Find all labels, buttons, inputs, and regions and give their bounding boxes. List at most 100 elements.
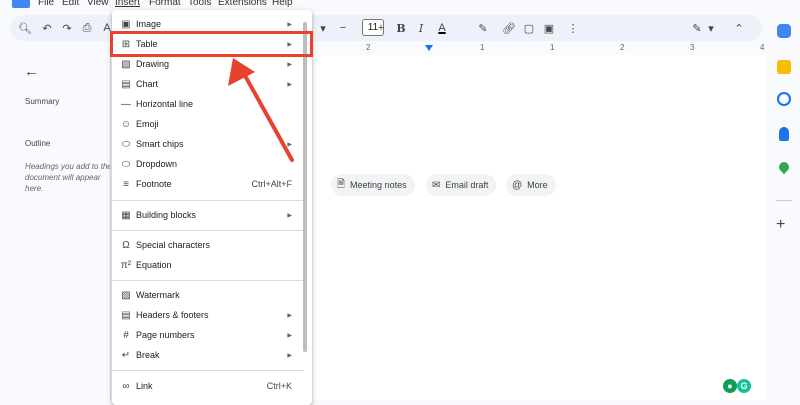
- smart-chips-icon: ⬭: [121, 138, 131, 150]
- submenu-arrow-icon: ▶: [287, 212, 292, 219]
- building-blocks-icon: ▦: [121, 209, 131, 221]
- submenu-arrow-icon: ▶: [287, 352, 292, 359]
- menu-item-watermark[interactable]: ▨ Watermark: [112, 285, 312, 305]
- insert-link-icon[interactable]: 🔗︎: [502, 15, 516, 41]
- menu-view[interactable]: View: [87, 0, 109, 9]
- menu-item-label: Link: [136, 381, 153, 391]
- ruler-number: 3: [690, 43, 695, 52]
- more-chip[interactable]: @ More: [506, 174, 556, 196]
- horizontal-line-icon: —: [121, 98, 131, 110]
- menu-scrollbar[interactable]: [303, 22, 307, 352]
- editing-mode-pen-icon[interactable]: ✎: [690, 15, 704, 41]
- email-icon: ✉: [432, 179, 441, 191]
- maps-icon[interactable]: [776, 159, 792, 175]
- menu-item-special-characters[interactable]: Ω Special characters: [112, 235, 312, 255]
- search-menus-icon[interactable]: 🔍︎: [18, 15, 32, 41]
- docs-logo-icon[interactable]: [12, 0, 30, 8]
- calendar-icon[interactable]: [777, 24, 791, 38]
- email-draft-chip[interactable]: ✉ Email draft: [426, 174, 497, 196]
- menu-item-dropdown[interactable]: ⬭ Dropdown: [112, 154, 312, 174]
- menu-item-label: Emoji: [136, 119, 159, 129]
- text-color-button[interactable]: A: [435, 15, 449, 41]
- menu-divider: [112, 230, 304, 231]
- image-icon: ▣: [121, 18, 131, 30]
- side-panel: +: [768, 0, 800, 400]
- document-icon: 🗎︎: [337, 178, 346, 190]
- summary-heading: Summary: [25, 97, 60, 106]
- insert-image-icon[interactable]: ▣: [542, 15, 556, 41]
- menu-item-label: Break: [136, 350, 160, 360]
- menu-item-page-numbers[interactable]: # Page numbers ▶: [112, 325, 312, 345]
- menu-format[interactable]: Format: [149, 0, 181, 9]
- headers-footers-icon: ▤: [121, 309, 131, 321]
- chip-label: More: [527, 180, 548, 190]
- hash-icon: #: [123, 329, 129, 341]
- menu-item-chart[interactable]: ▤ Chart ▶: [112, 74, 312, 94]
- menu-divider: [112, 370, 304, 371]
- font-dropdown-chevron-icon[interactable]: ▾: [316, 15, 330, 41]
- menu-item-equation[interactable]: π² Equation: [112, 255, 312, 275]
- editing-mode-chevron-icon[interactable]: ▾: [704, 15, 718, 41]
- submenu-arrow-icon: ▶: [287, 141, 292, 148]
- tasks-icon[interactable]: [777, 92, 791, 106]
- menu-extensions[interactable]: Extensions: [218, 0, 267, 9]
- vertical-ruler: [0, 55, 10, 400]
- divider: [776, 200, 792, 201]
- undo-icon[interactable]: ↶: [40, 15, 54, 41]
- redo-icon[interactable]: ↷: [60, 15, 74, 41]
- at-icon: @: [512, 179, 523, 191]
- menu-insert[interactable]: Insert: [115, 0, 140, 9]
- link-icon: ∞: [122, 380, 130, 392]
- menu-item-emoji[interactable]: ☺ Emoji: [112, 114, 312, 134]
- menu-item-label: Building blocks: [136, 210, 197, 220]
- horizontal-ruler[interactable]: 2 1 1 2 3 4: [310, 43, 770, 55]
- italic-button[interactable]: I: [414, 15, 428, 41]
- menu-item-footnote[interactable]: ≡ Footnote Ctrl+Alt+F: [112, 174, 312, 194]
- contacts-icon[interactable]: [779, 127, 789, 141]
- collapse-toolbar-icon[interactable]: ⌃: [732, 15, 746, 41]
- footnote-icon: ≡: [123, 178, 129, 190]
- indent-marker-icon[interactable]: [425, 45, 433, 51]
- meeting-notes-chip[interactable]: 🗎︎ Meeting notes: [331, 174, 415, 196]
- add-addon-icon[interactable]: +: [776, 216, 785, 234]
- chart-icon: ▤: [121, 78, 131, 90]
- menu-item-horizontal-line[interactable]: — Horizontal line: [112, 94, 312, 114]
- print-icon[interactable]: ⎙: [80, 15, 94, 41]
- back-arrow-icon[interactable]: ←: [24, 63, 39, 80]
- menu-item-drawing[interactable]: ▧ Drawing ▶: [112, 54, 312, 74]
- increase-font-size-button[interactable]: +: [374, 15, 388, 41]
- pi-icon: π²: [120, 259, 132, 271]
- more-options-icon[interactable]: ⋮: [566, 15, 580, 41]
- menu-help[interactable]: Help: [272, 0, 293, 9]
- menu-item-link[interactable]: ∞ Link Ctrl+K: [112, 376, 312, 396]
- menu-item-label: Chart: [136, 79, 159, 89]
- grammarly-icon[interactable]: G: [737, 379, 751, 393]
- menu-item-label: Headers & footers: [136, 310, 209, 320]
- menu-item-headers-footers[interactable]: ▤ Headers & footers ▶: [112, 305, 312, 325]
- menu-divider: [112, 200, 304, 201]
- menu-edit[interactable]: Edit: [62, 0, 79, 9]
- menu-file[interactable]: File: [38, 0, 54, 9]
- break-icon: ↵: [121, 349, 131, 361]
- add-comment-icon[interactable]: ▢: [522, 15, 536, 41]
- menu-item-break[interactable]: ↵ Break ▶: [112, 345, 312, 365]
- menu-item-label: Special characters: [136, 240, 211, 250]
- chip-label: Email draft: [445, 180, 489, 190]
- keep-icon[interactable]: [777, 60, 791, 74]
- drawing-icon: ▧: [121, 58, 131, 70]
- menu-item-label: Dropdown: [136, 159, 178, 169]
- menu-item-building-blocks[interactable]: ▦ Building blocks ▶: [112, 205, 312, 225]
- highlight-pen-icon[interactable]: ✎: [476, 15, 490, 41]
- dropdown-icon: ⬭: [121, 158, 131, 170]
- decrease-font-size-button[interactable]: −: [336, 15, 350, 41]
- extension-icon[interactable]: ●: [723, 379, 737, 393]
- omega-icon: Ω: [122, 239, 130, 251]
- bold-button[interactable]: B: [394, 15, 408, 41]
- ruler-number: 1: [550, 43, 555, 52]
- submenu-arrow-icon: ▶: [287, 21, 292, 28]
- menu-item-label: Smart chips: [136, 139, 184, 149]
- menu-bar: File Edit View Insert Format Tools Exten…: [0, 0, 770, 10]
- menu-tools[interactable]: Tools: [188, 0, 211, 9]
- emoji-icon: ☺: [120, 118, 132, 130]
- menu-item-smart-chips[interactable]: ⬭ Smart chips ▶: [112, 134, 312, 154]
